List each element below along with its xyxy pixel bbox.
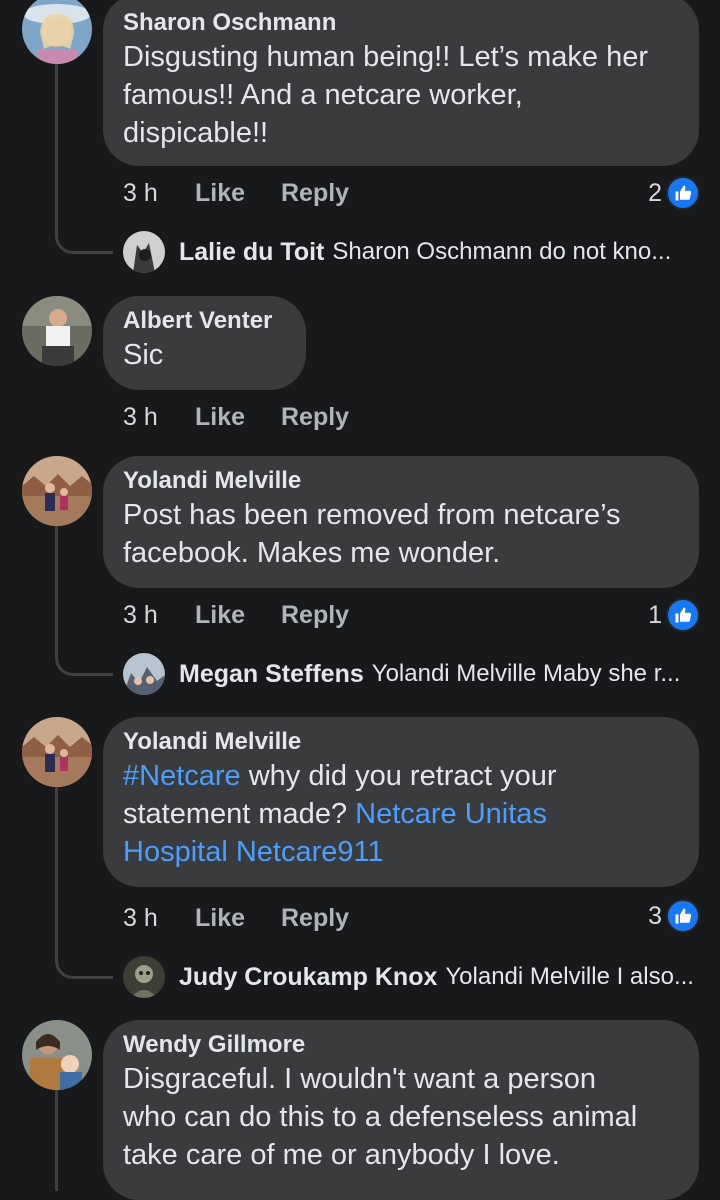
comment-text-line: Sic [123,339,164,371]
avatar [123,653,165,695]
thumbs-up-icon [666,176,700,210]
reply-author[interactable]: Megan Steffens [179,660,364,689]
reply-author[interactable]: Lalie du Toit [179,238,324,267]
comment-author[interactable]: Yolandi Melville [123,466,679,496]
like-button[interactable]: Like [195,403,281,432]
reply-button[interactable]: Reply [281,904,349,933]
avatar[interactable] [22,296,92,366]
reaction-number: 2 [648,178,662,207]
mention-link[interactable]: Netcare Unitas [355,798,547,830]
avatar [123,231,165,273]
comment-text-line: statement made? Netcare Unitas [123,795,679,833]
comment-actions: 3 h Like Reply [123,598,349,632]
reaction-number: 3 [648,901,662,930]
comment-time: 3 h [123,178,158,207]
comment-bubble: Wendy Gillmore Disgraceful. I wouldn't w… [103,1020,699,1200]
comment-author[interactable]: Wendy Gillmore [123,1030,679,1060]
comment-actions: 3 h Like Reply [123,400,349,434]
like-button[interactable]: Like [195,179,281,208]
reply-text: Sharon Oschmann do not kno... [332,238,672,265]
reply-button[interactable]: Reply [281,403,349,432]
reply-text: Yolandi Melville Maby she r... [371,660,681,687]
comment-bubble: Yolandi Melville Post has been removed f… [103,456,699,588]
avatar-image [22,0,92,64]
reaction-count[interactable]: 3 [648,899,700,933]
reply-preview[interactable]: Lalie du Toit Sharon Oschmann do not kno… [123,230,671,274]
comment-actions: 3 h Like Reply [123,176,349,210]
avatar[interactable] [22,717,92,787]
comment-text-line: #Netcare why did you retract your [123,757,679,795]
reaction-number: 1 [648,600,662,629]
comment-text-fragment: statement made? [123,798,356,830]
reply-button[interactable]: Reply [281,601,349,630]
comment-author[interactable]: Sharon Oschmann [123,8,679,38]
comment-text-line: facebook. Makes me wonder. [123,537,501,569]
comment-time: 3 h [123,600,158,629]
reply-preview[interactable]: Megan Steffens Yolandi Melville Maby she… [123,652,680,696]
comment-time: 3 h [123,402,158,431]
avatar[interactable] [22,1020,92,1090]
comment-bubble: Albert Venter Sic [103,296,306,390]
comment-author[interactable]: Yolandi Melville [123,727,679,757]
comment-time: 3 h [123,903,158,932]
comment-text-line: take care of me or anybody I love. [123,1139,560,1171]
comment-text-line: Disgusting human being!! Let’s make her [123,41,648,73]
comment-text-line: Post has been removed from netcare’s [123,499,621,531]
avatar[interactable] [22,0,92,64]
comment-author[interactable]: Albert Venter [123,306,286,336]
reply-button[interactable]: Reply [281,179,349,208]
avatar [123,956,165,998]
avatar[interactable] [22,456,92,526]
reply-author[interactable]: Judy Croukamp Knox [179,963,437,992]
thread-line [55,526,113,676]
thread-line [55,787,113,979]
comment-actions: 3 h Like Reply [123,901,349,935]
comment-bubble: Sharon Oschmann Disgusting human being!!… [103,0,699,166]
mention-link[interactable]: Hospital Netcare911 [123,833,679,871]
thumbs-up-icon [666,899,700,933]
comment-text-fragment: why did you retract your [240,760,557,792]
comment-text-line: famous!! And a netcare worker, [123,79,523,111]
hashtag-link[interactable]: #Netcare [123,760,241,792]
reaction-count[interactable]: 2 [648,176,700,210]
thumbs-up-icon [666,598,700,632]
comment-text-line: Disgraceful. I wouldn't want a person [123,1063,597,1095]
like-button[interactable]: Like [195,601,281,630]
comment-text-line: dispicable!! [123,117,269,149]
reaction-count[interactable]: 1 [648,598,700,632]
reply-text: Yolandi Melville I also... [445,963,694,990]
thread-line [55,1090,58,1191]
like-button[interactable]: Like [195,904,281,933]
comment-text-line: who can do this to a defenseless animal [123,1101,638,1133]
thread-line [55,64,113,254]
comment-bubble: Yolandi Melville #Netcare why did you re… [103,717,699,887]
reply-preview[interactable]: Judy Croukamp Knox Yolandi Melville I al… [123,955,694,999]
